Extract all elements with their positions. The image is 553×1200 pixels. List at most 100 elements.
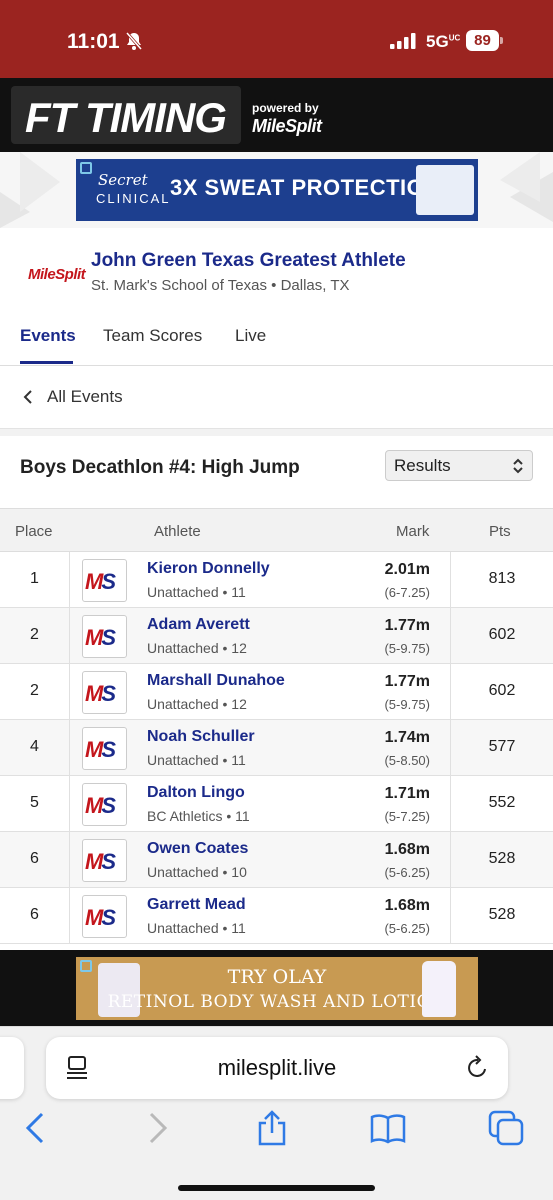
team-logo: MS	[82, 615, 127, 658]
table-row[interactable]: 2 MS Marshall Dunahoe Unattached • 12 1.77m (…	[0, 664, 553, 720]
header-place: Place	[15, 523, 53, 540]
athlete-name-link[interactable]: Marshall Dunahoe	[147, 672, 285, 690]
status-bar: 11:01 5GUC 89	[0, 0, 553, 78]
table-row[interactable]: 1 MS Kieron Donnelly Unattached • 11 2.01m (6…	[0, 552, 553, 608]
column-divider	[69, 776, 70, 831]
athlete-team: Unattached • 12	[147, 696, 247, 712]
points-cell: 528	[488, 906, 516, 923]
battery-level: 89	[466, 30, 499, 51]
chevron-up-down-icon	[513, 458, 523, 474]
column-divider	[69, 552, 70, 607]
column-divider	[69, 608, 70, 663]
mark-metric: 1.68m	[384, 841, 430, 858]
results-view-select[interactable]: Results	[385, 450, 533, 481]
signal-icon	[390, 33, 416, 49]
athlete-name-link[interactable]: Garrett Mead	[147, 896, 246, 914]
ad-product-image	[416, 165, 474, 215]
meet-location: St. Mark's School of Texas • Dallas, TX	[91, 277, 350, 294]
athlete-team: Unattached • 11	[147, 752, 246, 768]
team-logo: MS	[82, 895, 127, 938]
table-row[interactable]: 4 MS Noah Schuller Unattached • 11 1.74m (5-8…	[0, 720, 553, 776]
team-logo: MS	[82, 839, 127, 882]
points-cell: 602	[488, 626, 516, 643]
header-athlete: Athlete	[154, 523, 201, 540]
ad-bottom-headline: TRY OLAY	[227, 966, 327, 988]
athlete-name-link[interactable]: Owen Coates	[147, 840, 248, 858]
active-tab-indicator	[20, 361, 73, 364]
bell-slash-icon	[125, 32, 143, 50]
tabs-icon[interactable]	[488, 1110, 524, 1146]
battery-icon: 89	[466, 30, 504, 51]
milesplit-meet-logo: MileSplit	[28, 266, 86, 283]
tab-live[interactable]: Live	[235, 326, 266, 346]
team-logo: MS	[82, 783, 127, 826]
table-row[interactable]: 5 MS Dalton Lingo BC Athletics • 11 1.71m (5-…	[0, 776, 553, 832]
athlete-name-link[interactable]: Adam Averett	[147, 616, 250, 634]
address-bar[interactable]: milesplit.live	[46, 1037, 508, 1099]
status-time: 11:01	[67, 30, 120, 53]
table-row[interactable]: 6 MS Garrett Mead Unattached • 11 1.68m (5-6.…	[0, 888, 553, 944]
team-logo: MS	[82, 559, 127, 602]
mark-metric: 1.77m	[384, 673, 430, 690]
mark-metric: 1.68m	[384, 897, 430, 914]
team-logo: MS	[82, 671, 127, 714]
meet-title[interactable]: John Green Texas Greatest Athlete	[91, 250, 406, 272]
mark-imperial: (6-7.25)	[384, 585, 430, 600]
place-cell: 6	[30, 906, 39, 923]
column-divider	[69, 888, 70, 943]
url-text[interactable]: milesplit.live	[46, 1055, 508, 1081]
athlete-name-link[interactable]: Noah Schuller	[147, 728, 255, 746]
athlete-team: Unattached • 11	[147, 584, 246, 600]
athlete-team: Unattached • 10	[147, 864, 247, 880]
ft-timing-logo[interactable]: FT TIMING	[11, 86, 241, 144]
mark-metric: 2.01m	[384, 561, 430, 578]
athlete-team: Unattached • 12	[147, 640, 247, 656]
all-events-label[interactable]: All Events	[47, 387, 123, 407]
points-cell: 577	[488, 738, 516, 755]
mark-imperial: (5-8.50)	[384, 753, 430, 768]
athlete-name-link[interactable]: Dalton Lingo	[147, 784, 245, 802]
column-divider	[69, 664, 70, 719]
powered-by-label: powered by	[252, 101, 319, 115]
network-label: 5GUC	[426, 32, 461, 51]
points-cell: 602	[488, 682, 516, 699]
event-title: Boys Decathlon #4: High Jump	[20, 457, 300, 478]
back-icon[interactable]	[18, 1110, 54, 1146]
chevron-left-icon[interactable]	[22, 387, 34, 407]
mark-imperial: (5-9.75)	[384, 697, 430, 712]
table-row[interactable]: 2 MS Adam Averett Unattached • 12 1.77m (5-9.…	[0, 608, 553, 664]
home-indicator	[178, 1185, 375, 1191]
tab-team-scores[interactable]: Team Scores	[103, 326, 202, 346]
place-cell: 6	[30, 850, 39, 867]
ad-top-headline: 3X SWEAT PROTECTION	[170, 175, 441, 200]
mark-imperial: (5-7.25)	[384, 809, 430, 824]
place-cell: 2	[30, 626, 39, 643]
milesplit-header-logo[interactable]: MileSplit	[252, 116, 322, 137]
points-cell: 552	[488, 794, 516, 811]
reload-icon[interactable]	[466, 1054, 490, 1080]
column-divider	[69, 832, 70, 887]
tab-events[interactable]: Events	[20, 326, 76, 346]
ad-banner-bottom[interactable]: TRY OLAY RETINOL BODY WASH AND LOTION	[76, 957, 478, 1020]
table-row[interactable]: 6 MS Owen Coates Unattached • 10 1.68m (5-6.2…	[0, 832, 553, 888]
ad-top-brand-sub: CLINICAL	[96, 191, 171, 206]
place-cell: 1	[30, 570, 39, 587]
mark-metric: 1.74m	[384, 729, 430, 746]
ad-banner-top[interactable]: Secret CLINICAL 3X SWEAT PROTECTION	[76, 159, 478, 221]
mark-imperial: (5-6.25)	[384, 865, 430, 880]
header-pts: Pts	[489, 523, 511, 540]
ad-product-bottle	[422, 961, 456, 1017]
forward-icon[interactable]	[139, 1110, 175, 1146]
bookmarks-icon[interactable]	[370, 1110, 406, 1146]
team-logo: MS	[82, 727, 127, 770]
athlete-team: BC Athletics • 11	[147, 808, 250, 824]
previous-tab-preview[interactable]	[0, 1037, 24, 1099]
results-select-value: Results	[394, 456, 451, 475]
ad-choices-icon[interactable]	[80, 162, 92, 174]
place-cell: 4	[30, 738, 39, 755]
athlete-name-link[interactable]: Kieron Donnelly	[147, 560, 270, 578]
mark-metric: 1.77m	[384, 617, 430, 634]
points-cell: 813	[488, 570, 516, 587]
athlete-team: Unattached • 11	[147, 920, 246, 936]
share-icon[interactable]	[254, 1110, 290, 1146]
